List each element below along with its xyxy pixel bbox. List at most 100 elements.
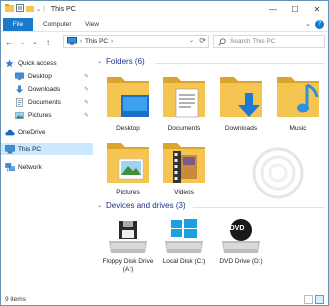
computer-icon bbox=[5, 144, 15, 154]
folder-label: Desktop bbox=[116, 125, 140, 132]
ribbon: File Computer View ⌄ ? bbox=[1, 17, 328, 32]
downloads-folder-icon bbox=[220, 77, 262, 117]
folder-tile-music[interactable]: Music bbox=[270, 71, 326, 139]
drive-label: DVD Drive (D:) bbox=[219, 258, 263, 265]
help-icon[interactable]: ? bbox=[315, 20, 324, 29]
nav-item-this-pc[interactable]: This PC bbox=[1, 143, 93, 155]
pictures-icon bbox=[15, 111, 24, 120]
ribbon-right-controls: ⌄ ? bbox=[305, 20, 324, 29]
folder-tile-pictures[interactable]: Pictures bbox=[100, 137, 156, 197]
nav-item-label: Network bbox=[18, 163, 42, 171]
folder-tile-videos[interactable]: Videos bbox=[156, 137, 212, 197]
nav-item-desktop[interactable]: Desktop ✎ bbox=[1, 70, 93, 82]
maximize-button[interactable]: ☐ bbox=[284, 1, 306, 17]
desktop-folder-icon bbox=[107, 77, 149, 117]
tab-file[interactable]: File bbox=[3, 18, 33, 31]
status-bar: 9 items bbox=[1, 293, 328, 306]
nav-item-pictures[interactable]: Pictures ✎ bbox=[1, 109, 93, 121]
minimize-button[interactable]: — bbox=[262, 1, 284, 17]
pin-icon[interactable]: ✎ bbox=[84, 99, 89, 106]
pin-icon[interactable]: ✎ bbox=[84, 73, 89, 80]
quick-access-toolbar: ⌄ | bbox=[1, 4, 45, 14]
new-folder-icon[interactable] bbox=[26, 4, 34, 14]
folder-tile-downloads[interactable]: Downloads bbox=[213, 71, 269, 139]
nav-item-label: Pictures bbox=[28, 111, 52, 119]
folder-label: Music bbox=[289, 125, 307, 132]
nav-item-network[interactable]: Network bbox=[1, 161, 93, 173]
dvd-badge: DVD bbox=[229, 225, 245, 232]
large-icons-view-button[interactable] bbox=[315, 295, 324, 304]
nav-item-quick-access[interactable]: Quick access bbox=[1, 57, 93, 69]
group-divider bbox=[155, 63, 325, 64]
nav-item-label: OneDrive bbox=[18, 128, 46, 136]
navigation-bar: ← → ⌄ ↑ › This PC › ⌄ ⟳ Search This PC bbox=[1, 32, 328, 52]
explorer-folder-icon[interactable] bbox=[5, 4, 14, 14]
cloud-icon bbox=[5, 128, 15, 137]
drives-header-label: Devices and drives (3) bbox=[106, 201, 186, 210]
drive-tile-dvd[interactable]: DVD DVD Drive (D:) bbox=[213, 217, 269, 287]
view-toggle bbox=[304, 295, 324, 304]
folder-tile-documents[interactable]: Documents bbox=[156, 71, 212, 139]
search-input[interactable]: Search This PC bbox=[213, 35, 325, 48]
details-view-button[interactable] bbox=[304, 295, 313, 304]
expand-ribbon-icon[interactable]: ⌄ bbox=[305, 20, 311, 29]
breadcrumb-separator-end[interactable]: › bbox=[111, 39, 113, 45]
music-folder-icon bbox=[277, 77, 319, 117]
pin-icon[interactable]: ✎ bbox=[84, 86, 89, 93]
breadcrumb-this-pc[interactable]: This PC bbox=[85, 38, 108, 45]
tab-view[interactable]: View bbox=[79, 18, 105, 31]
properties-icon[interactable] bbox=[16, 4, 24, 14]
windows-drive-icon bbox=[165, 219, 203, 253]
title-separator: | bbox=[43, 5, 45, 13]
customize-chevron-icon[interactable]: ⌄ bbox=[36, 6, 41, 13]
videos-folder-icon bbox=[163, 143, 205, 183]
folder-label: Videos bbox=[174, 189, 194, 196]
refresh-icon[interactable]: ⟳ bbox=[199, 36, 206, 45]
address-dropdown-icon[interactable]: ⌄ bbox=[189, 37, 194, 44]
navigation-pane: Quick access Desktop ✎ Downloads ✎ Docum… bbox=[1, 53, 93, 293]
drive-label: Floppy Disk Drive (A:) bbox=[102, 258, 154, 273]
search-icon bbox=[218, 38, 226, 48]
download-icon bbox=[15, 84, 24, 94]
drive-tile-local-disk[interactable]: Local Disk (C:) bbox=[156, 217, 212, 287]
folder-label: Pictures bbox=[116, 189, 140, 196]
floppy-drive-icon bbox=[109, 221, 147, 253]
back-button[interactable]: ← bbox=[4, 35, 14, 49]
address-bar[interactable]: › This PC › ⌄ ⟳ bbox=[63, 35, 209, 48]
this-pc-small-icon bbox=[67, 36, 77, 47]
folder-tile-desktop[interactable]: Desktop bbox=[100, 71, 156, 139]
network-icon bbox=[5, 162, 15, 172]
recent-locations-button[interactable]: ⌄ bbox=[30, 35, 40, 49]
documents-icon bbox=[15, 97, 24, 107]
folders-header-label: Folders (6) bbox=[106, 57, 145, 66]
title-bar: ⌄ | This PC — ☐ ✕ bbox=[1, 1, 328, 17]
tab-computer[interactable]: Computer bbox=[37, 18, 78, 31]
nav-item-label: Downloads bbox=[28, 85, 61, 93]
nav-item-label: Documents bbox=[28, 98, 61, 106]
collapse-chevron-icon[interactable]: ⌄ bbox=[97, 202, 102, 209]
folder-label: Documents bbox=[167, 125, 201, 132]
forward-button[interactable]: → bbox=[17, 35, 27, 49]
drives-group-header[interactable]: ⌄ Devices and drives (3) bbox=[97, 201, 186, 210]
content-pane: ⌄ Folders (6) Desktop Documents Download… bbox=[93, 53, 328, 293]
close-button[interactable]: ✕ bbox=[306, 1, 328, 17]
collapse-chevron-icon[interactable]: ⌄ bbox=[97, 58, 102, 65]
window-controls: — ☐ ✕ bbox=[262, 1, 328, 17]
nav-item-onedrive[interactable]: OneDrive bbox=[1, 126, 93, 138]
nav-item-documents[interactable]: Documents ✎ bbox=[1, 96, 93, 108]
folder-label: Downloads bbox=[224, 125, 258, 132]
group-divider bbox=[193, 207, 325, 208]
pin-icon[interactable]: ✎ bbox=[84, 112, 89, 119]
drive-tile-floppy[interactable]: Floppy Disk Drive (A:) bbox=[100, 217, 156, 287]
item-count: 9 items bbox=[5, 296, 26, 303]
breadcrumb-separator: › bbox=[80, 38, 82, 45]
explorer-window: ⌄ | This PC — ☐ ✕ File Computer View ⌄ ?… bbox=[0, 0, 329, 306]
desktop-icon bbox=[15, 72, 24, 81]
nav-item-label: This PC bbox=[18, 145, 42, 153]
pictures-folder-icon bbox=[107, 143, 149, 183]
nav-item-label: Desktop bbox=[28, 72, 52, 80]
nav-item-label: Quick access bbox=[18, 59, 57, 67]
nav-item-downloads[interactable]: Downloads ✎ bbox=[1, 83, 93, 95]
up-button[interactable]: ↑ bbox=[43, 35, 53, 49]
folders-group-header[interactable]: ⌄ Folders (6) bbox=[97, 57, 145, 66]
